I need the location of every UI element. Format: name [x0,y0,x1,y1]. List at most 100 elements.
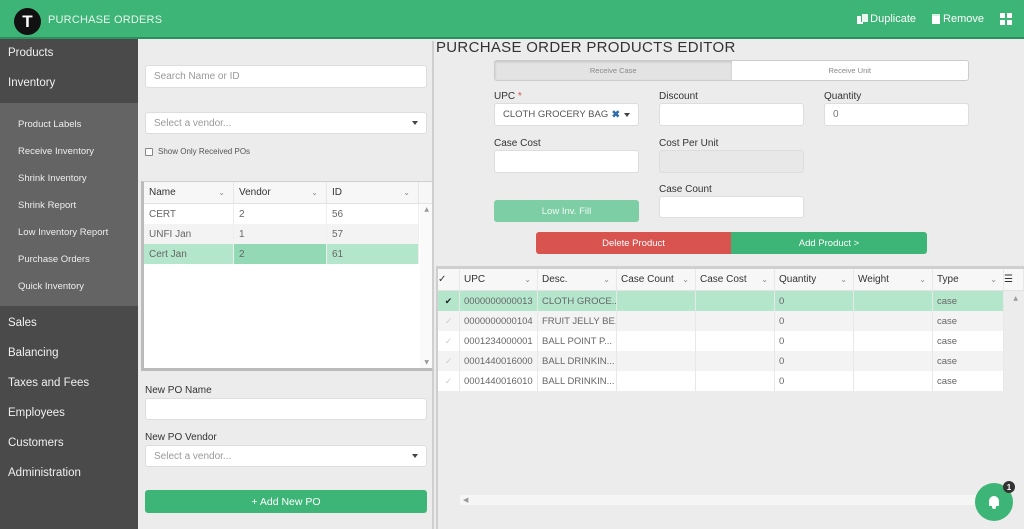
column-header-desc[interactable]: Desc. ⌄ [538,269,617,290]
column-header-case-cost[interactable]: Case Cost ⌄ [696,269,775,290]
sidebar: Products Inventory Product Labels Receiv… [0,39,138,529]
column-menu-icon[interactable]: ☰ [1004,269,1024,290]
sidebar-item-receive-inventory[interactable]: Receive Inventory [0,138,138,165]
app-logo[interactable]: T [14,8,41,35]
product-row[interactable]: ✓ 0001440016010 BALL DRINKIN... 0 case [438,371,1004,391]
quantity-label: Quantity [824,91,862,102]
column-header-id[interactable]: ID ⌄ [327,182,419,203]
po-id-cell: 56 [327,204,419,224]
page-title: PURCHASE ORDERS [48,14,163,26]
sidebar-item-administration[interactable]: Administration [0,461,138,491]
apps-grid-icon[interactable] [1000,13,1012,25]
receive-unit-tab[interactable]: Receive Unit [731,61,968,80]
row-check-icon[interactable]: ✓ [438,351,460,371]
row-check-icon[interactable]: ✓ [438,311,460,331]
case-cost-cell [696,371,775,391]
remove-button[interactable]: Remove [932,13,984,25]
quantity-input[interactable]: 0 [824,103,969,126]
scroll-down-icon[interactable]: ▼ [424,359,429,366]
scroll-up-icon[interactable]: ▲ [1013,295,1018,302]
sidebar-item-shrink-report[interactable]: Shrink Report [0,192,138,219]
required-mark: * [517,91,522,102]
case-cost-input[interactable] [494,150,639,173]
product-row[interactable]: ✓ 0001234000001 BALL POINT P... 0 case [438,331,1004,351]
po-grid-scrollbar[interactable] [420,204,432,368]
upc-cell: 0001234000001 [460,331,538,351]
new-po-vendor-select[interactable]: Select a vendor... [145,445,427,467]
delete-product-button[interactable]: Delete Product [536,232,731,254]
po-row[interactable]: CERT 2 56 [144,204,419,224]
column-header-weight[interactable]: Weight ⌄ [854,269,933,290]
sidebar-item-product-labels[interactable]: Product Labels [0,111,138,138]
po-id-cell: 61 [327,244,419,264]
upc-label: UPC * [494,91,522,102]
sidebar-item-sales[interactable]: Sales [0,311,138,341]
po-search-input[interactable]: Search Name or ID [145,65,427,88]
product-row[interactable]: ✓ 0000000000104 FRUIT JELLY BE... 0 case [438,311,1004,331]
show-received-checkbox[interactable] [145,147,153,156]
column-header-type[interactable]: Type ⌄ [933,269,1004,290]
add-new-po-button[interactable]: + Add New PO [145,490,427,513]
column-header-quantity[interactable]: Quantity ⌄ [775,269,854,290]
sidebar-item-taxes-and-fees[interactable]: Taxes and Fees [0,371,138,401]
case-count-input[interactable] [659,196,804,218]
vendor-filter-select[interactable]: Select a vendor... [145,112,427,134]
new-po-name-input[interactable] [145,398,427,420]
row-check-icon[interactable]: ✔ [438,291,460,311]
duplicate-button[interactable]: Duplicate [857,13,916,25]
add-product-button[interactable]: Add Product > [731,232,927,254]
po-name-cell: UNFI Jan [144,224,234,244]
sidebar-item-low-inventory-report[interactable]: Low Inventory Report [0,219,138,246]
sidebar-item-customers[interactable]: Customers [0,431,138,461]
weight-cell [854,311,933,331]
po-row[interactable]: UNFI Jan 1 57 [144,224,419,244]
show-received-toggle[interactable]: Show Only Received POs [145,147,250,156]
sidebar-item-shrink-inventory[interactable]: Shrink Inventory [0,165,138,192]
receive-case-tab[interactable]: Receive Case [495,61,732,80]
sidebar-item-quick-inventory[interactable]: Quick Inventory [0,273,138,300]
column-header-name[interactable]: Name ⌄ [144,182,234,203]
po-row-selected[interactable]: Cert Jan 2 61 [144,244,419,264]
desc-cell: BALL POINT P... [538,331,617,351]
top-actions: Duplicate Remove [857,13,1012,25]
desc-cell: FRUIT JELLY BE... [538,311,617,331]
discount-input[interactable] [659,103,804,126]
weight-cell [854,351,933,371]
sidebar-item-products[interactable]: Products [0,41,138,71]
column-header-upc[interactable]: UPC ⌄ [460,269,538,290]
sidebar-item-inventory[interactable]: Inventory [0,71,138,101]
editor-title: PURCHASE ORDER PRODUCTS EDITOR [436,39,736,56]
products-grid-h-scrollbar[interactable]: ◀ [460,495,1008,505]
product-row[interactable]: ✓ 0001440016000 BALL DRINKIN... 0 case [438,351,1004,371]
quantity-cell: 0 [775,351,854,371]
sidebar-item-employees[interactable]: Employees [0,401,138,431]
receive-mode-toggle: Receive Case Receive Unit [494,60,969,81]
case-cost-cell [696,351,775,371]
product-row-selected[interactable]: ✔ 0000000000013 CLOTH GROCE... 0 case [438,291,1004,311]
column-header-vendor[interactable]: Vendor ⌄ [234,182,327,203]
scroll-left-icon[interactable]: ◀ [463,495,468,505]
scroll-up-icon[interactable]: ▲ [424,206,429,213]
products-grid-body: ✔ 0000000000013 CLOTH GROCE... 0 case ✓ 000000… [438,291,1024,391]
select-all-checkbox[interactable]: ✓ [438,269,460,290]
desc-cell: BALL DRINKIN... [538,371,617,391]
upc-cell: 0001440016010 [460,371,538,391]
upc-select[interactable]: CLOTH GROCERY BAG ✖ [494,103,639,126]
products-grid-header: ✓ UPC ⌄ Desc. ⌄ Case Count ⌄ Case Cost ⌄ Qua… [438,269,1024,291]
column-header-case-count[interactable]: Case Count ⌄ [617,269,696,290]
show-received-label: Show Only Received POs [158,147,251,156]
case-count-cell [617,351,696,371]
weight-cell [854,331,933,351]
sidebar-item-balancing[interactable]: Balancing [0,341,138,371]
row-check-icon[interactable]: ✓ [438,371,460,391]
sidebar-item-purchase-orders[interactable]: Purchase Orders [0,246,138,273]
type-cell: case [933,331,1004,351]
low-inv-fill-button[interactable]: Low Inv. Fill [494,200,639,222]
clear-icon[interactable]: ✖ [612,109,620,120]
bell-icon [988,495,1000,509]
quantity-cell: 0 [775,291,854,311]
case-cost-cell [696,331,775,351]
row-check-icon[interactable]: ✓ [438,331,460,351]
type-cell: case [933,291,1004,311]
po-id-cell: 57 [327,224,419,244]
